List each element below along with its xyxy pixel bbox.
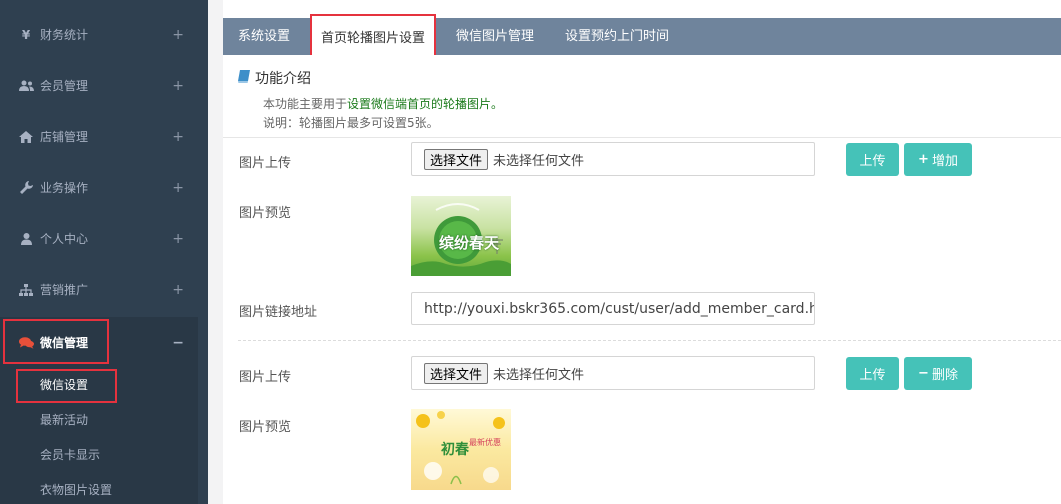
preview-image-text: 初春 — [441, 442, 469, 458]
sidebar-item-business[interactable]: 业务操作 + — [0, 162, 198, 213]
sidebar-item-finance[interactable]: ¥ 财务统计 + — [0, 9, 198, 60]
expand-icon: + — [172, 179, 184, 196]
sidebar-item-marketing[interactable]: 营销推广 + — [0, 264, 198, 315]
highlight-box — [3, 319, 109, 364]
add-button-label: 增加 — [931, 154, 958, 169]
expand-icon: + — [172, 230, 184, 247]
expand-icon: + — [172, 128, 184, 145]
submenu-item-clothes-images[interactable]: 衣物图片设置 — [40, 481, 112, 498]
upload-label: 图片上传 — [239, 370, 292, 385]
wrench-icon — [18, 181, 34, 194]
link-label: 图片链接地址 — [239, 305, 318, 320]
link-input[interactable]: http://youxi.bskr365.com/cust/user/add_m… — [411, 292, 815, 325]
sidebar-item-label: 营销推广 — [40, 283, 89, 297]
sidebar-item-label: 财务统计 — [40, 28, 89, 42]
user-icon — [18, 232, 34, 245]
home-icon — [18, 130, 34, 143]
preview-label: 图片预览 — [239, 420, 292, 435]
submenu-item-latest-activity[interactable]: 最新活动 — [40, 411, 88, 428]
file-input[interactable]: 选择文件 未选择任何文件 — [411, 142, 815, 176]
plus-icon: + — [918, 152, 929, 167]
intro-description: 本功能主要用于设置微信端首页的轮播图片。 — [263, 95, 503, 112]
divider — [238, 340, 1061, 341]
tab-wechat-images[interactable]: 微信图片管理 — [456, 18, 534, 55]
add-button[interactable]: + 增加 — [904, 143, 972, 176]
sidebar-item-label: 业务操作 — [40, 181, 89, 195]
preview-image-subtext: 最新优惠 — [469, 438, 501, 447]
preview-image: 缤纷春天 — [411, 196, 511, 276]
upload-label: 图片上传 — [239, 156, 292, 171]
file-status: 未选择任何文件 — [493, 153, 585, 169]
intro-heading: 功能介绍 — [238, 68, 311, 88]
sitemap-icon — [18, 283, 34, 296]
tab-appointment-time[interactable]: 设置预约上门时间 — [565, 18, 669, 55]
users-icon — [18, 80, 34, 92]
expand-icon: + — [172, 281, 184, 298]
sidebar: ¥ 财务统计 + 会员管理 + 店铺管理 + 业务操作 + 个人中心 + 营销推… — [0, 0, 208, 504]
expand-icon: + — [172, 77, 184, 94]
upload-button[interactable]: 上传 — [846, 357, 899, 390]
intro-highlight: 设置微信端首页的轮播图片。 — [347, 97, 504, 111]
divider — [223, 137, 1061, 138]
delete-button-label: 删除 — [931, 368, 958, 383]
intro-text: 本功能主要用于 — [263, 97, 348, 111]
highlight-box — [16, 369, 117, 403]
sidebar-item-store[interactable]: 店铺管理 + — [0, 111, 198, 162]
choose-file-button[interactable]: 选择文件 — [424, 362, 489, 384]
delete-button[interactable]: − 删除 — [904, 357, 972, 390]
tab-bar: 系统设置 首页轮播图片设置 微信图片管理 设置预约上门时间 — [223, 14, 1061, 55]
choose-file-button[interactable]: 选择文件 — [424, 148, 489, 170]
file-status: 未选择任何文件 — [493, 367, 585, 383]
sidebar-item-label: 会员管理 — [40, 79, 89, 93]
tab-system-settings[interactable]: 系统设置 — [238, 18, 290, 55]
intro-note: 说明：轮播图片最多可设置5张。 — [263, 116, 439, 130]
intro-title: 功能介绍 — [255, 71, 311, 87]
preview-label: 图片预览 — [239, 206, 292, 221]
minus-icon: − — [918, 366, 929, 381]
sidebar-item-label: 店铺管理 — [40, 130, 89, 144]
yen-icon: ¥ — [21, 27, 31, 42]
upload-button[interactable]: 上传 — [846, 143, 899, 176]
submenu-item-member-card[interactable]: 会员卡显示 — [40, 446, 100, 463]
book-icon — [238, 69, 250, 87]
collapse-icon: − — [172, 334, 184, 351]
tab-carousel-settings[interactable]: 首页轮播图片设置 — [310, 14, 437, 55]
sidebar-item-personal[interactable]: 个人中心 + — [0, 213, 198, 264]
sidebar-item-members[interactable]: 会员管理 + — [0, 60, 198, 111]
file-input[interactable]: 选择文件 未选择任何文件 — [411, 356, 815, 390]
expand-icon: + — [172, 26, 184, 43]
preview-image-text: 缤纷春天 — [439, 234, 500, 252]
main-content: 系统设置 首页轮播图片设置 微信图片管理 设置预约上门时间 功能介绍 本功能主要… — [223, 0, 1061, 504]
sidebar-item-label: 个人中心 — [40, 232, 89, 246]
preview-image: 初春 最新优惠 — [411, 409, 511, 490]
